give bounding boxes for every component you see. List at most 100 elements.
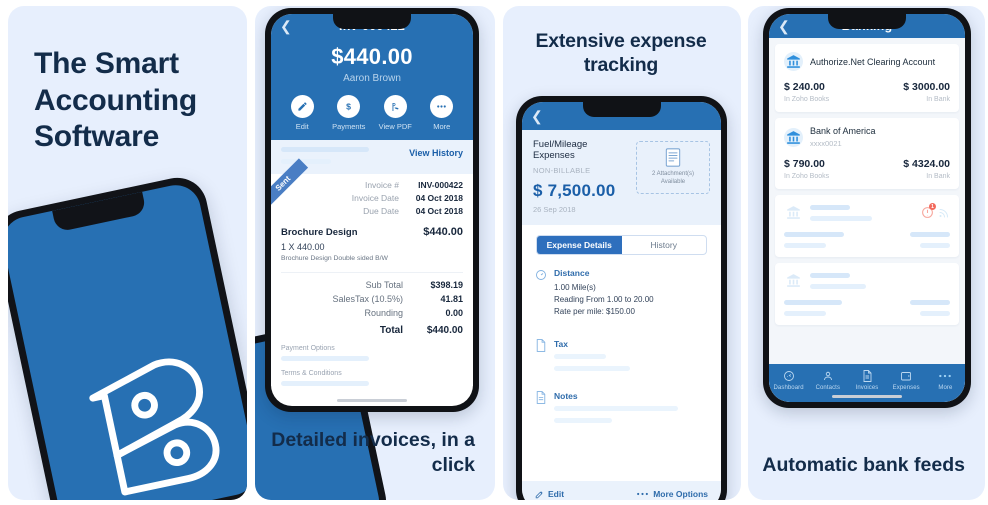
total-row: Rounding 0.00 (281, 308, 463, 318)
bank-icon (784, 52, 803, 71)
tab-more[interactable]: More (926, 369, 965, 391)
invoice-totals: Sub Total $398.19 SalesTax (10.5%) 41.81… (281, 272, 463, 336)
hero-headline: The Smart Accounting Software (34, 47, 197, 154)
bank-account-card[interactable]: Authorize.Net Clearing Account $ 240.00 … (775, 44, 959, 112)
chevron-left-icon[interactable]: ❮ (531, 109, 543, 123)
banking-caption: Automatic bank feeds (762, 454, 965, 477)
skeleton-bar (784, 243, 826, 248)
tab-expense-details[interactable]: Expense Details (537, 236, 622, 254)
more-options-label: More Options (653, 489, 708, 499)
expense-section-notes: Notes (522, 391, 721, 423)
skeleton-bar (920, 243, 950, 248)
invoice-line-item: Brochure Design $440.00 1 X 440.00 Broch… (281, 226, 463, 262)
home-indicator (337, 399, 407, 402)
meta-value: 04 Oct 2018 (415, 193, 463, 203)
bank-account-card[interactable]: Bank of America xxxx0021 $ 790.00 In Zoh… (775, 118, 959, 189)
bank-account-number: xxxx0021 (810, 139, 842, 148)
line-item-name: Brochure Design (281, 227, 358, 238)
action-more-label: More (433, 122, 451, 131)
invoice-customer: Aaron Brown (343, 73, 401, 84)
tab-expenses[interactable]: Expenses (887, 369, 926, 391)
ellipsis-icon (637, 492, 649, 496)
skeleton-bar (784, 311, 826, 316)
invoice-section-terms: Terms & Conditions (281, 370, 463, 386)
meta-key: Invoice # (364, 180, 399, 190)
meta-value: 04 Oct 2018 (415, 206, 463, 216)
bank-account-card-placeholder[interactable]: 1 (775, 195, 959, 257)
edit-button-label: Edit (548, 489, 565, 499)
panel-invoice: ❮ Inv-000422 $440.00 Aaron Brown Edit (255, 6, 495, 500)
distance-line: 1.00 Mile(s) (554, 283, 596, 292)
bank-account-name: Authorize.Net Clearing Account (810, 56, 936, 67)
tab-dashboard[interactable]: Dashboard (769, 369, 808, 391)
alert-badge: 1 (929, 203, 936, 210)
invoice-meta-row: Due Date 04 Oct 2018 (281, 206, 463, 216)
pdf-icon (383, 95, 407, 118)
distance-line: Rate per mile: $150.00 (554, 307, 635, 316)
total-key: SalesTax (10.5%) (332, 294, 403, 304)
pencil-icon (535, 490, 543, 498)
invoice-section-payment-options: Payment Options (281, 345, 463, 361)
hero-phone-mockup (8, 172, 247, 500)
expense-section-tax: Tax (522, 339, 721, 371)
grand-total-key: Total (379, 325, 403, 336)
action-more[interactable]: More (422, 95, 462, 131)
distance-line: Reading From 1.00 to 20.00 (554, 295, 654, 304)
action-payments-label: Payments (332, 122, 366, 131)
tab-history[interactable]: History (622, 236, 707, 254)
invoice-phone-screen: ❮ Inv-000422 $440.00 Aaron Brown Edit (271, 14, 473, 406)
document-icon (665, 148, 681, 167)
tab-contacts[interactable]: Contacts (808, 369, 847, 391)
invoice-hero: $440.00 Aaron Brown Edit $ Payments View… (271, 38, 473, 140)
section-title: Terms & Conditions (281, 370, 342, 377)
ellipsis-icon (926, 369, 965, 382)
person-icon (808, 369, 847, 382)
action-edit[interactable]: Edit (282, 95, 322, 131)
expense-footer: Edit More Options (522, 481, 721, 500)
bank-icon (787, 274, 800, 287)
skeleton-bar (910, 300, 950, 305)
total-value: $398.19 (430, 280, 463, 290)
bank-label: In Bank (926, 96, 950, 103)
tab-invoices[interactable]: Invoices (847, 369, 886, 391)
skeleton-bar (281, 381, 369, 386)
expense-header: Fuel/Mileage Expenses NON-BILLABLE $ 7,5… (522, 130, 721, 225)
meta-key: Invoice Date (351, 193, 399, 203)
phone-notch (333, 14, 411, 29)
total-value: 41.81 (440, 294, 463, 304)
total-row: Sub Total $398.19 (281, 280, 463, 290)
bank-account-list: Authorize.Net Clearing Account $ 240.00 … (769, 38, 965, 402)
pencil-icon (290, 95, 314, 118)
panel-expense: Extensive expense tracking ❮ Fuel/Mileag… (503, 6, 741, 500)
grand-total-row: Total $440.00 (281, 325, 463, 336)
tab-contacts-label: Contacts (815, 385, 841, 391)
skeleton-bar (554, 418, 612, 423)
invoice-amount: $440.00 (331, 44, 413, 69)
total-key: Rounding (364, 308, 403, 318)
skeleton-bar (554, 354, 606, 359)
attachment-box[interactable]: 2 Attachment(s) Available (636, 141, 710, 194)
expense-phone-mockup: ❮ Fuel/Mileage Expenses NON-BILLABLE $ 7… (516, 96, 727, 500)
expense-tabs: Expense Details History (536, 235, 707, 255)
more-options-button[interactable]: More Options (636, 489, 708, 499)
section-title: Payment Options (281, 345, 335, 352)
bank-icon (787, 206, 800, 219)
phone-notch (582, 102, 661, 117)
expense-section-distance: Distance 1.00 Mile(s) Reading From 1.00 … (522, 268, 721, 319)
books-label: In Zoho Books (784, 96, 830, 103)
action-view-pdf[interactable]: View PDF (375, 95, 415, 131)
expense-amount: $ 7,500.00 (533, 181, 616, 200)
skeleton-bar (784, 300, 842, 305)
line-item-amount: $440.00 (423, 226, 463, 238)
bank-account-card-placeholder[interactable] (775, 263, 959, 325)
action-payments[interactable]: $ Payments (329, 95, 369, 131)
tab-dashboard-label: Dashboard (773, 385, 804, 391)
dollar-icon: $ (337, 95, 361, 118)
panel-hero: The Smart Accounting Software (8, 6, 247, 500)
view-history-link[interactable]: View History (409, 148, 463, 158)
edit-button[interactable]: Edit (535, 489, 564, 499)
tab-more-label: More (938, 385, 953, 391)
wallet-icon (887, 369, 926, 382)
tab-invoices-label: Invoices (855, 385, 879, 391)
ellipsis-icon (430, 95, 454, 118)
